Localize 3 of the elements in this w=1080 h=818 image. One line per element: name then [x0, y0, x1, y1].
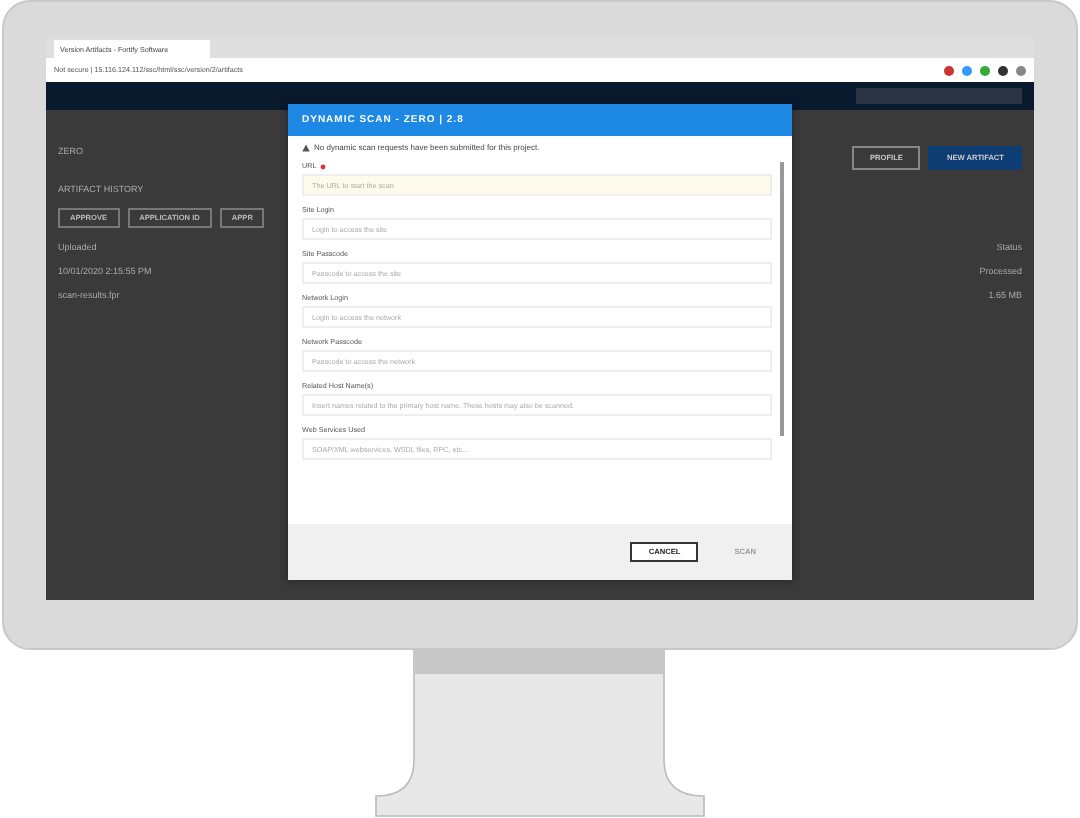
scrollbar[interactable] [780, 162, 784, 436]
search-field[interactable] [856, 88, 1022, 104]
warning-icon [302, 143, 310, 151]
